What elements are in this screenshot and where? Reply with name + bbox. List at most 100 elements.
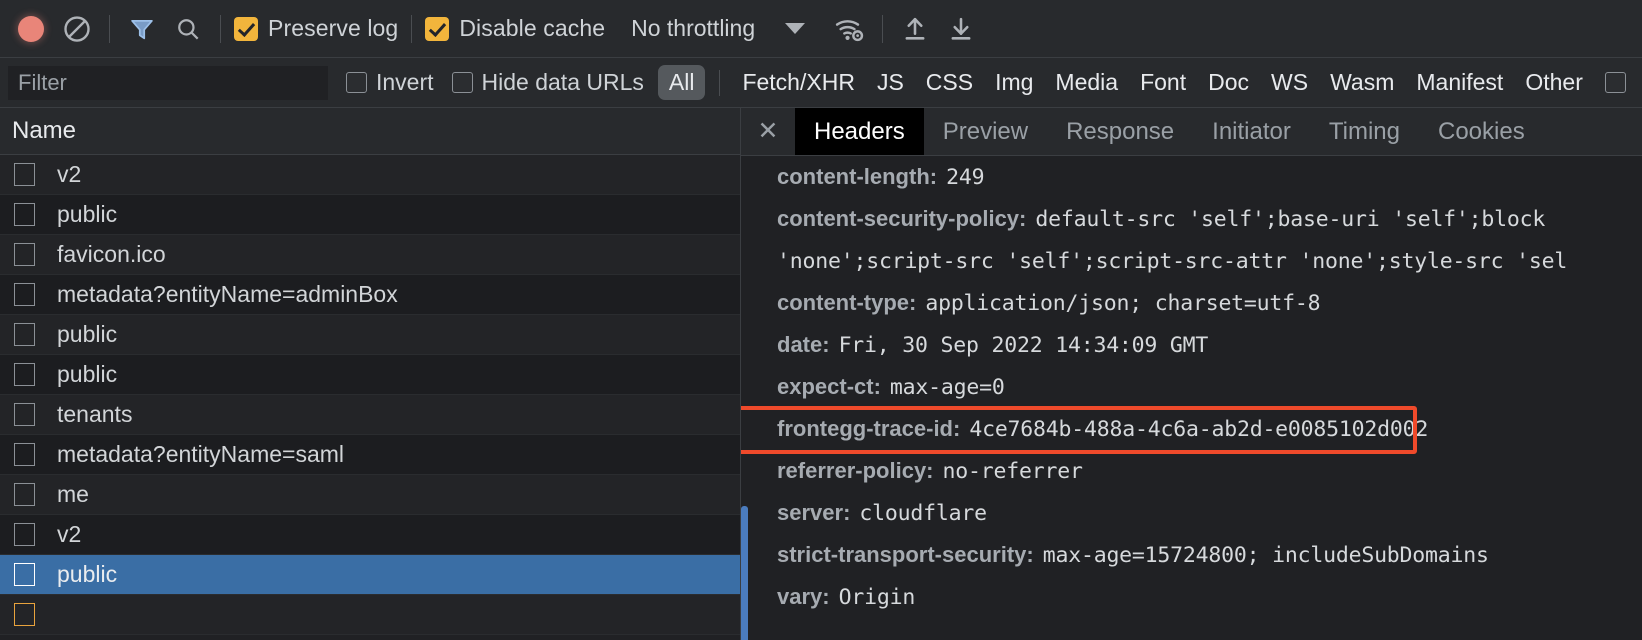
header-name: frontegg-trace-id: bbox=[777, 416, 960, 442]
row-checkbox-icon[interactable] bbox=[14, 363, 35, 386]
has-blocked-cookies-checkbox[interactable] bbox=[1605, 72, 1626, 93]
table-row[interactable] bbox=[0, 595, 740, 635]
request-name: public bbox=[57, 561, 117, 588]
header-value: max-age=15724800; includeSubDomains bbox=[1043, 543, 1489, 568]
header-row-frontegg-trace-id[interactable]: frontegg-trace-id: 4ce7684b-488a-4c6a-ab… bbox=[763, 408, 1642, 450]
request-name: v2 bbox=[57, 161, 81, 188]
type-filter-js[interactable]: JS bbox=[877, 69, 904, 96]
export-har-button[interactable] bbox=[938, 6, 984, 52]
tab-response[interactable]: Response bbox=[1047, 108, 1193, 155]
toolbar-divider-1 bbox=[109, 15, 110, 43]
table-row[interactable]: metadata?entityName=adminBox bbox=[0, 275, 740, 315]
clear-no-entry-icon bbox=[62, 14, 92, 44]
table-row[interactable]: public bbox=[0, 315, 740, 355]
details-tabbar: ✕ Headers Preview Response Initiator Tim… bbox=[741, 108, 1642, 156]
import-har-button[interactable] bbox=[892, 6, 938, 52]
row-checkbox-icon[interactable] bbox=[14, 483, 35, 506]
close-icon[interactable]: ✕ bbox=[741, 108, 795, 155]
network-conditions-button[interactable] bbox=[827, 6, 873, 52]
row-checkbox-icon[interactable] bbox=[14, 163, 35, 186]
download-arrow-icon bbox=[947, 15, 975, 43]
upload-arrow-icon bbox=[901, 15, 929, 43]
devtools-network-panel: Preserve log Disable cache No throttling bbox=[0, 0, 1642, 640]
request-name: me bbox=[57, 481, 89, 508]
row-checkbox-icon[interactable] bbox=[14, 563, 35, 586]
row-checkbox-icon[interactable] bbox=[14, 523, 35, 546]
header-row-content-length[interactable]: content-length: 249 bbox=[763, 156, 1642, 198]
row-checkbox-icon[interactable] bbox=[14, 443, 35, 466]
type-filter-font[interactable]: Font bbox=[1140, 69, 1186, 96]
tab-cookies[interactable]: Cookies bbox=[1419, 108, 1544, 155]
table-row[interactable]: favicon.ico bbox=[0, 235, 740, 275]
filter-toggle-button[interactable] bbox=[119, 6, 165, 52]
tab-initiator[interactable]: Initiator bbox=[1193, 108, 1310, 155]
type-filter-manifest[interactable]: Manifest bbox=[1416, 69, 1503, 96]
details-scrollbar[interactable] bbox=[741, 156, 748, 640]
type-filter-css[interactable]: CSS bbox=[926, 69, 973, 96]
table-row[interactable]: public bbox=[0, 355, 740, 395]
type-filter-doc[interactable]: Doc bbox=[1208, 69, 1249, 96]
filter-input[interactable] bbox=[8, 66, 328, 100]
header-value: Origin bbox=[839, 585, 915, 610]
header-row-strict-transport-security[interactable]: strict-transport-security: max-age=15724… bbox=[763, 534, 1642, 576]
disable-cache-checkbox[interactable]: Disable cache bbox=[421, 15, 609, 42]
invert-label: Invert bbox=[376, 69, 434, 96]
checkmark-icon bbox=[425, 17, 449, 41]
header-name: strict-transport-security: bbox=[777, 542, 1034, 568]
table-row-selected[interactable]: public bbox=[0, 555, 740, 595]
header-row-date[interactable]: date: Fri, 30 Sep 2022 14:34:09 GMT bbox=[763, 324, 1642, 366]
chevron-down-icon[interactable] bbox=[785, 23, 805, 34]
scrollbar-thumb[interactable] bbox=[741, 506, 748, 640]
type-filter-all[interactable]: All bbox=[658, 65, 706, 100]
table-row[interactable]: metadata?entityName=saml bbox=[0, 435, 740, 475]
type-filter-other[interactable]: Other bbox=[1525, 69, 1583, 96]
header-name: expect-ct: bbox=[777, 374, 881, 400]
table-row[interactable]: me bbox=[0, 475, 740, 515]
type-filter-media[interactable]: Media bbox=[1055, 69, 1118, 96]
network-main: Name v2 public favicon.ico metadata?enti… bbox=[0, 108, 1642, 640]
type-filter-ws[interactable]: WS bbox=[1271, 69, 1308, 96]
request-list-header: Name bbox=[0, 108, 740, 155]
type-filter-wasm[interactable]: Wasm bbox=[1330, 69, 1394, 96]
table-row[interactable]: tenants bbox=[0, 395, 740, 435]
preserve-log-checkbox[interactable]: Preserve log bbox=[230, 15, 402, 42]
header-name: content-security-policy: bbox=[777, 206, 1026, 232]
row-checkbox-icon[interactable] bbox=[14, 283, 35, 306]
row-checkbox-icon[interactable] bbox=[14, 203, 35, 226]
clear-button[interactable] bbox=[54, 6, 100, 52]
tab-preview[interactable]: Preview bbox=[924, 108, 1047, 155]
header-row-content-type[interactable]: content-type: application/json; charset=… bbox=[763, 282, 1642, 324]
request-name: public bbox=[57, 361, 117, 388]
checkmark-icon bbox=[234, 17, 258, 41]
header-row-server[interactable]: server: cloudflare bbox=[763, 492, 1642, 534]
header-value-continuation: 'none';script-src 'self';script-src-attr… bbox=[777, 249, 1567, 274]
row-checkbox-icon[interactable] bbox=[14, 243, 35, 266]
throttling-select-value[interactable]: No throttling bbox=[631, 15, 755, 42]
search-button[interactable] bbox=[165, 6, 211, 52]
hide-data-urls-checkbox[interactable]: Hide data URLs bbox=[452, 69, 644, 96]
header-row-referrer-policy[interactable]: referrer-policy: no-referrer bbox=[763, 450, 1642, 492]
table-row[interactable]: v2 bbox=[0, 515, 740, 555]
header-row-vary[interactable]: vary: Origin bbox=[763, 576, 1642, 618]
record-button[interactable] bbox=[8, 6, 54, 52]
request-name: metadata?entityName=saml bbox=[57, 441, 344, 468]
header-value: application/json; charset=utf-8 bbox=[925, 291, 1320, 316]
tab-timing[interactable]: Timing bbox=[1310, 108, 1419, 155]
tab-headers[interactable]: Headers bbox=[795, 108, 924, 155]
header-row-expect-ct[interactable]: expect-ct: max-age=0 bbox=[763, 366, 1642, 408]
table-row[interactable]: v2 bbox=[0, 155, 740, 195]
type-filter-fetch-xhr[interactable]: Fetch/XHR bbox=[742, 69, 854, 96]
row-checkbox-icon[interactable] bbox=[14, 403, 35, 426]
invert-checkbox[interactable]: Invert bbox=[346, 69, 434, 96]
header-value: 249 bbox=[946, 165, 984, 190]
type-filter-img[interactable]: Img bbox=[995, 69, 1033, 96]
row-checkbox-icon[interactable] bbox=[14, 603, 35, 626]
header-row-content-security-policy[interactable]: content-security-policy: default-src 'se… bbox=[763, 198, 1642, 240]
table-row[interactable]: public bbox=[0, 195, 740, 235]
response-headers-list: content-length: 249 content-security-pol… bbox=[741, 156, 1642, 640]
header-row-content-security-policy-continued[interactable]: 'none';script-src 'self';script-src-attr… bbox=[763, 240, 1642, 282]
resource-type-filters: All Fetch/XHR JS CSS Img Media Font Doc … bbox=[644, 65, 1642, 100]
row-checkbox-icon[interactable] bbox=[14, 323, 35, 346]
column-header-name[interactable]: Name bbox=[12, 117, 76, 145]
header-value: 4ce7684b-488a-4c6a-ab2d-e0085102d002 bbox=[969, 417, 1428, 442]
